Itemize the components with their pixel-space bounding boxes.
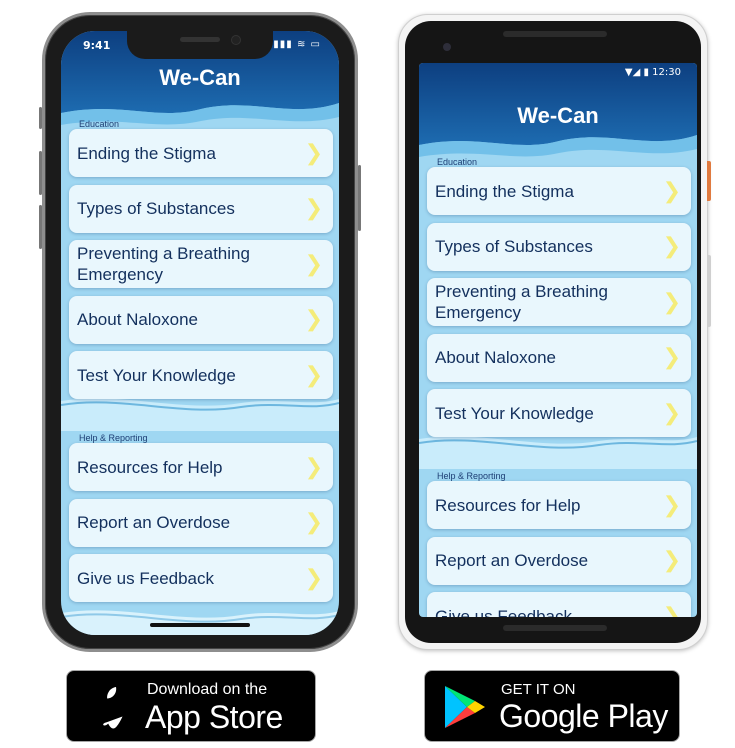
iphone-volume-down — [39, 205, 42, 249]
menu-item-label: Give us Feedback — [435, 606, 573, 618]
app-title: We-Can — [159, 65, 241, 90]
wifi-signal-battery-icon: ▼◢ ▮ — [624, 67, 653, 78]
app-store-small-text: Download on the — [147, 681, 268, 698]
iphone-mockup: 9:41 ▮▮▮ ≋ ▭ We-Can Education Ending the S… — [39, 12, 361, 652]
ios-signal-wifi-battery-icon: ▮▮▮ ≋ ▭ — [273, 39, 321, 50]
android-status-bar: ▼◢ ▮ 12:30 — [625, 67, 681, 78]
android-volume-button — [707, 255, 711, 327]
menu-item-label: About Naloxone — [435, 348, 556, 367]
iphone-status-time: 9:41 — [83, 39, 111, 52]
chevron-right-icon: ❯ — [304, 140, 323, 166]
android-screen: ▼◢ ▮ 12:30 We-Can Education Ending the Sti… — [419, 63, 697, 617]
android-top-speaker — [503, 31, 607, 37]
apple-logo-icon — [103, 687, 123, 729]
menu-item-label: Give us Feedback — [77, 568, 215, 588]
menu-item-test-your-knowledge[interactable]: Test Your Knowledge ❯ — [69, 351, 333, 399]
menu-item-label: Test Your Knowledge — [77, 365, 236, 385]
iphone-notch — [127, 31, 273, 59]
menu-item-report-an-overdose[interactable]: Report an Overdose ❯ — [427, 536, 691, 585]
chevron-right-icon: ❯ — [662, 603, 681, 618]
menu-item-give-us-feedback[interactable]: Give us Feedback ❯ — [427, 592, 691, 617]
chevron-right-icon: ❯ — [304, 362, 323, 388]
menu-item-types-of-substances[interactable]: Types of Substances ❯ — [427, 222, 691, 271]
google-play-big-text: Google Play — [499, 698, 668, 734]
chevron-right-icon: ❯ — [304, 307, 323, 332]
menu-item-about-naloxone[interactable]: About Naloxone ❯ — [427, 333, 691, 382]
menu-item-label: Types of Substances — [435, 237, 593, 256]
chevron-right-icon: ❯ — [662, 289, 681, 315]
menu-item-label: About Naloxone — [77, 310, 198, 329]
menu-item-test-your-knowledge[interactable]: Test Your Knowledge ❯ — [427, 389, 691, 437]
chevron-right-icon: ❯ — [304, 510, 323, 535]
menu-item-label: Ending the Stigma — [435, 181, 574, 201]
menu-item-preventing-a-breathing-emergency[interactable]: Preventing a Breathing Emergency ❯ — [69, 240, 333, 288]
chevron-right-icon: ❯ — [662, 234, 681, 259]
chevron-right-icon: ❯ — [662, 178, 681, 204]
menu-item-ending-the-stigma[interactable]: Ending the Stigma ❯ — [69, 129, 333, 177]
menu-item-label: Report an Overdose — [435, 551, 589, 570]
bottom-wave — [61, 610, 339, 635]
home-indicator[interactable] — [150, 623, 250, 627]
menu-item-label: Ending the Stigma — [77, 143, 216, 163]
android-mockup: ▼◢ ▮ 12:30 We-Can Education Ending the Sti… — [398, 14, 711, 650]
chevron-right-icon: ❯ — [304, 196, 323, 221]
app-store-badge[interactable]: Download on the App Store — [66, 670, 316, 742]
iphone-side-button — [358, 165, 361, 231]
android-bezel: ▼◢ ▮ 12:30 We-Can Education Ending the Sti… — [405, 21, 701, 643]
android-bottom-speaker — [503, 625, 607, 631]
menu-item-label: Test Your Knowledge — [435, 403, 594, 423]
menu-item-label: Preventing a Breathing Emergency — [435, 282, 608, 322]
menu-item-label: Resources for Help — [435, 495, 581, 515]
iphone-mute-switch — [39, 107, 42, 129]
menu-item-label: Resources for Help — [77, 457, 223, 477]
section-label-education: Education — [437, 157, 478, 167]
section-label-education: Education — [79, 119, 120, 129]
menu-item-about-naloxone[interactable]: About Naloxone ❯ — [69, 295, 333, 344]
google-play-small-text: GET IT ON — [501, 681, 576, 698]
menu-item-label: Preventing a Breathing Emergency — [77, 244, 250, 284]
menu-item-label: Report an Overdose — [77, 513, 231, 532]
android-front-camera — [443, 43, 451, 51]
section-label-help-reporting: Help & Reporting — [437, 471, 506, 481]
menu-item-report-an-overdose[interactable]: Report an Overdose ❯ — [69, 498, 333, 547]
chevron-right-icon: ❯ — [304, 251, 323, 277]
google-play-badge[interactable]: GET IT ON Google Play — [424, 670, 680, 742]
iphone-volume-up — [39, 151, 42, 195]
android-status-time: 12:30 — [652, 67, 681, 78]
chevron-right-icon: ❯ — [662, 492, 681, 518]
android-power-button — [707, 161, 711, 201]
menu-item-resources-for-help[interactable]: Resources for Help ❯ — [427, 481, 691, 529]
chevron-right-icon: ❯ — [662, 400, 681, 426]
menu-item-types-of-substances[interactable]: Types of Substances ❯ — [69, 184, 333, 233]
menu-item-label: Types of Substances — [77, 199, 235, 218]
section-label-help-reporting: Help & Reporting — [79, 433, 148, 443]
chevron-right-icon: ❯ — [304, 454, 323, 480]
menu-item-resources-for-help[interactable]: Resources for Help ❯ — [69, 443, 333, 491]
iphone-screen: 9:41 ▮▮▮ ≋ ▭ We-Can Education Ending the S… — [61, 31, 339, 635]
menu-item-give-us-feedback[interactable]: Give us Feedback ❯ — [69, 554, 333, 602]
chevron-right-icon: ❯ — [304, 565, 323, 591]
app-store-big-text: App Store — [145, 699, 283, 735]
menu-item-ending-the-stigma[interactable]: Ending the Stigma ❯ — [427, 167, 691, 215]
app-title: We-Can — [517, 103, 599, 128]
google-play-logo-icon — [445, 686, 485, 728]
chevron-right-icon: ❯ — [662, 345, 681, 370]
chevron-right-icon: ❯ — [662, 548, 681, 573]
menu-item-preventing-a-breathing-emergency[interactable]: Preventing a Breathing Emergency ❯ — [427, 278, 691, 326]
